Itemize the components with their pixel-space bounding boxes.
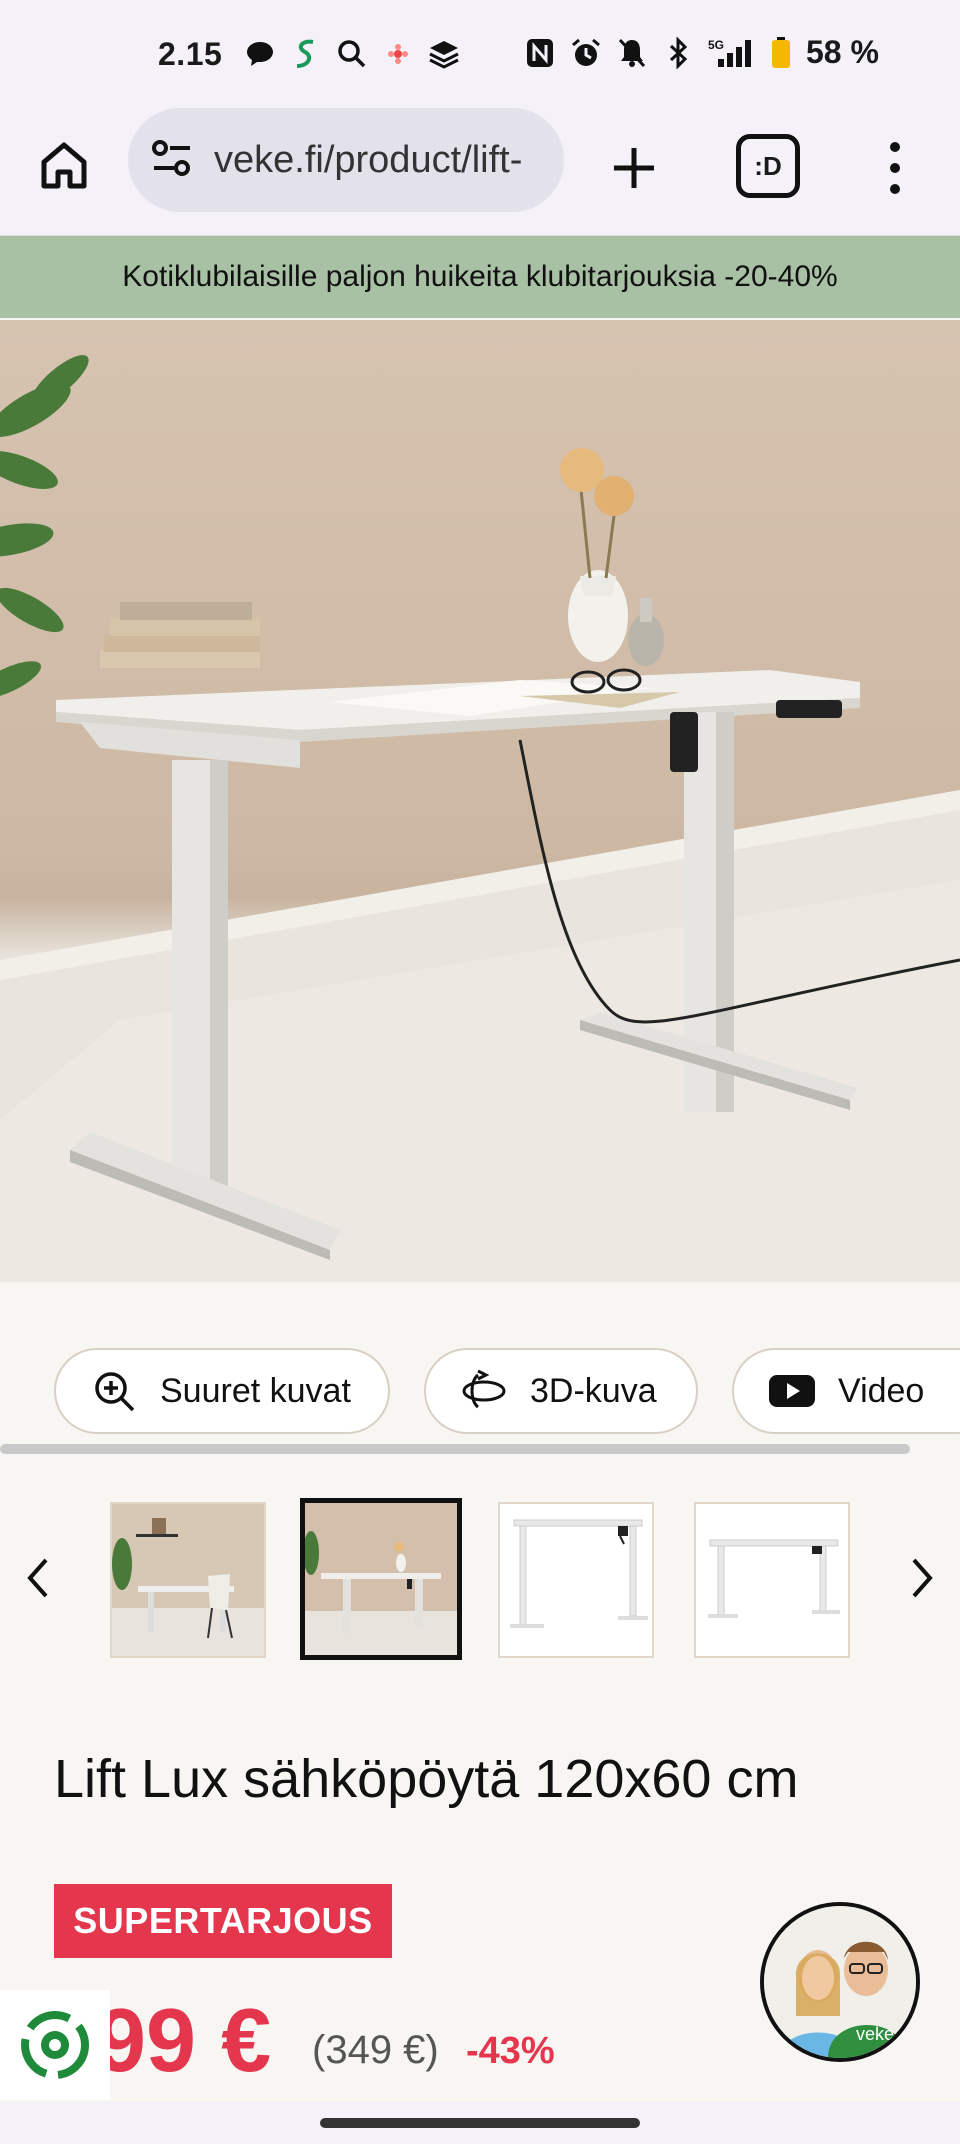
thumbnail-1[interactable] [110,1502,266,1658]
thumb-desk-chair-image [112,1504,264,1656]
home-button[interactable] [30,132,98,200]
home-gesture-handle[interactable] [320,2118,640,2128]
network-label: 5G [708,38,724,52]
layers-icon [428,38,460,70]
thumbnail-3[interactable] [498,1502,654,1658]
zoom-in-icon [90,1367,138,1415]
battery-percent: 58 % [806,34,879,70]
price-original: (349 €) [312,2028,439,2072]
thumb-desk-white-side-image [696,1504,848,1656]
nfc-icon [524,37,556,69]
status-bar: 2.15 5G 58 % [0,0,960,108]
eco-badge[interactable] [0,1990,110,2100]
media-buttons-row: Suuret kuvat 3D-kuva Video [0,1348,960,1434]
chat-icon [244,38,276,70]
flower-app-icon [382,38,414,70]
chevron-left-icon [27,1558,48,1598]
product-main-image[interactable] [0,320,960,1282]
address-bar[interactable]: veke.fi/product/lift- [128,108,564,212]
chat-support-button[interactable]: veke [760,1902,920,2062]
view-3d-label: 3D-kuva [530,1371,657,1410]
thumbnail-4[interactable] [694,1502,850,1658]
product-title: Lift Lux sähköpöytä 120x60 cm [54,1749,799,1809]
bluetooth-icon [662,36,694,69]
video-label: Video [838,1371,925,1410]
rotate-3d-icon [460,1367,508,1415]
status-icons-left [244,38,460,70]
thumbnail-prev-button[interactable] [18,1548,58,1608]
url-text[interactable]: veke.fi/product/lift- [214,139,554,182]
menu-dot [890,184,900,194]
view-3d-button[interactable]: 3D-kuva [424,1348,698,1434]
status-time: 2.15 [158,36,223,72]
gesture-bar [0,2102,960,2144]
large-images-label: Suuret kuvat [160,1371,351,1410]
video-button[interactable]: Video [732,1348,960,1434]
browser-toolbar: veke.fi/product/lift- :D [0,108,960,236]
chat-brand-label: veke [856,2024,894,2044]
media-scrollbar[interactable] [0,1444,910,1454]
recycle-icon [21,2011,89,2079]
menu-button[interactable] [880,134,910,202]
promo-banner[interactable]: Kotiklubilaisille paljon huikeita klubit… [0,236,960,318]
tab-switcher-button[interactable]: :D [736,134,800,198]
thumbnail-2[interactable] [300,1498,462,1660]
thumbnail-carousel [0,1498,960,1660]
menu-dot [890,163,900,173]
status-icons-right: 5G 58 % [524,34,879,71]
chevron-right-icon [912,1558,933,1598]
site-settings-icon[interactable] [150,138,194,183]
signal-icon: 5G [708,37,756,69]
youtube-icon [768,1367,816,1415]
s-app-icon [290,38,322,70]
mute-icon [616,37,648,69]
thumb-desk-white-front-image [500,1504,652,1656]
alarm-icon [570,37,602,69]
search-icon [336,38,368,70]
deal-badge: SUPERTARJOUS [54,1884,392,1958]
new-tab-button[interactable] [600,134,668,202]
price-discount: -43% [466,2030,555,2072]
plus-icon [614,148,654,188]
thumbnail-next-button[interactable] [902,1548,942,1608]
home-icon [41,142,87,189]
support-team-avatar: veke [764,1906,916,2058]
tab-switcher-label: :D [754,150,782,181]
menu-dot [890,142,900,152]
battery-icon [770,36,792,69]
desk-photo-illustration [0,355,960,1282]
thumb-desk-room-image [305,1503,457,1655]
large-images-button[interactable]: Suuret kuvat [54,1348,390,1434]
price-current: 99 € [96,1991,272,2091]
